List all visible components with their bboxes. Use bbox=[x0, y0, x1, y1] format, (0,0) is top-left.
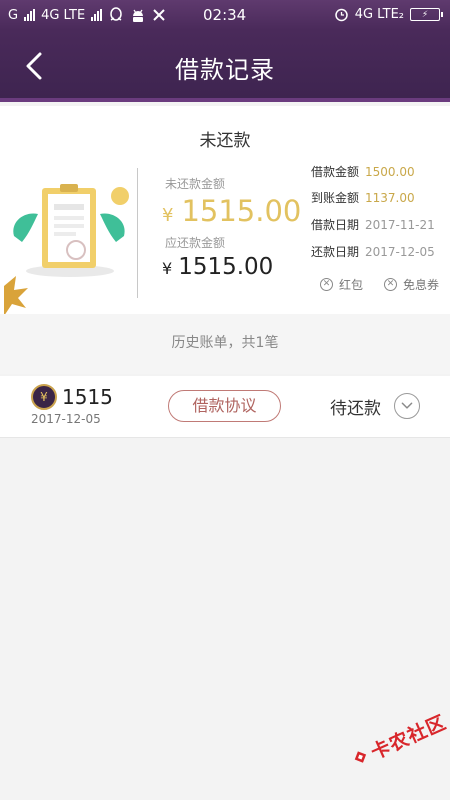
detail-label: 借款日期 bbox=[311, 218, 360, 232]
currency-symbol: ¥ bbox=[162, 259, 173, 278]
unpaid-amount-label: 未还款金额 bbox=[165, 177, 226, 191]
network-label-right: 4G LTE₂ bbox=[354, 7, 404, 22]
clipboard-illustration-icon bbox=[4, 184, 129, 316]
unpaid-amount: ¥1515.00 bbox=[162, 194, 301, 228]
close-notification-icon bbox=[153, 9, 165, 21]
yen-coin-icon: ¥ bbox=[31, 384, 57, 410]
tag-label: 红包 bbox=[339, 278, 364, 292]
due-amount-label: 应还款金额 bbox=[165, 236, 226, 250]
due-amount-value: 1515.00 bbox=[178, 254, 274, 280]
detail-value: 1500.00 bbox=[365, 165, 415, 179]
qq-icon bbox=[110, 7, 122, 21]
signal-icon bbox=[24, 9, 36, 21]
signal-icon-2 bbox=[91, 9, 103, 21]
page-title: 借款记录 bbox=[175, 56, 275, 84]
carrier-label: G bbox=[8, 7, 19, 23]
unpaid-amount-value: 1515.00 bbox=[181, 194, 302, 228]
network-label-left: 4G LTE bbox=[41, 7, 86, 23]
tag-red-packet: ✕ 红包 bbox=[320, 276, 363, 293]
due-amount: ¥1515.00 bbox=[162, 254, 273, 280]
detail-value: 2017-11-21 bbox=[365, 218, 435, 232]
status-left: G 4G LTE bbox=[8, 7, 166, 23]
summary-card: 未还款 未还款金额 ¥1515.00 应还款金额 ¥1515.00 借款金额 15… bbox=[0, 106, 450, 316]
status-bar: G 4G LTE 02:34 4G LTE₂ ⚡ bbox=[0, 0, 450, 30]
detail-label: 到账金额 bbox=[311, 191, 360, 205]
battery-icon: ⚡ bbox=[410, 8, 443, 21]
android-icon bbox=[133, 9, 144, 22]
detail-received-amount: 到账金额 1137.00 bbox=[311, 189, 415, 206]
loan-agreement-button[interactable]: 借款协议 bbox=[168, 390, 281, 422]
detail-loan-amount: 借款金额 1500.00 bbox=[311, 163, 415, 180]
tag-label: 免息券 bbox=[403, 278, 440, 292]
status-right: 4G LTE₂ ⚡ bbox=[334, 7, 443, 22]
close-circle-icon: ✕ bbox=[384, 278, 397, 291]
tag-interest-free-coupon: ✕ 免息券 bbox=[384, 276, 439, 293]
detail-label: 借款金额 bbox=[311, 165, 360, 179]
history-header: 历史账单，共1笔 bbox=[0, 314, 450, 374]
detail-repay-date: 还款日期 2017-12-05 bbox=[311, 243, 435, 260]
detail-loan-date: 借款日期 2017-11-21 bbox=[311, 216, 435, 233]
loan-record-row[interactable]: ¥ 1515 2017-12-05 借款协议 待还款 bbox=[0, 376, 450, 438]
summary-title: 未还款 bbox=[199, 131, 251, 151]
nav-bar: 借款记录 bbox=[0, 30, 450, 102]
record-date: 2017-12-05 bbox=[31, 412, 101, 426]
record-status: 待还款 bbox=[330, 399, 381, 419]
detail-label: 还款日期 bbox=[311, 245, 360, 259]
vertical-divider bbox=[137, 168, 138, 298]
chevron-down-icon[interactable] bbox=[394, 393, 420, 419]
alarm-icon bbox=[334, 8, 348, 22]
close-circle-icon: ✕ bbox=[320, 278, 333, 291]
currency-symbol: ¥ bbox=[162, 205, 174, 226]
status-time: 02:34 bbox=[203, 6, 247, 24]
detail-value: 2017-12-05 bbox=[365, 245, 435, 259]
record-amount: 1515 bbox=[62, 385, 113, 409]
detail-value: 1137.00 bbox=[365, 191, 415, 205]
